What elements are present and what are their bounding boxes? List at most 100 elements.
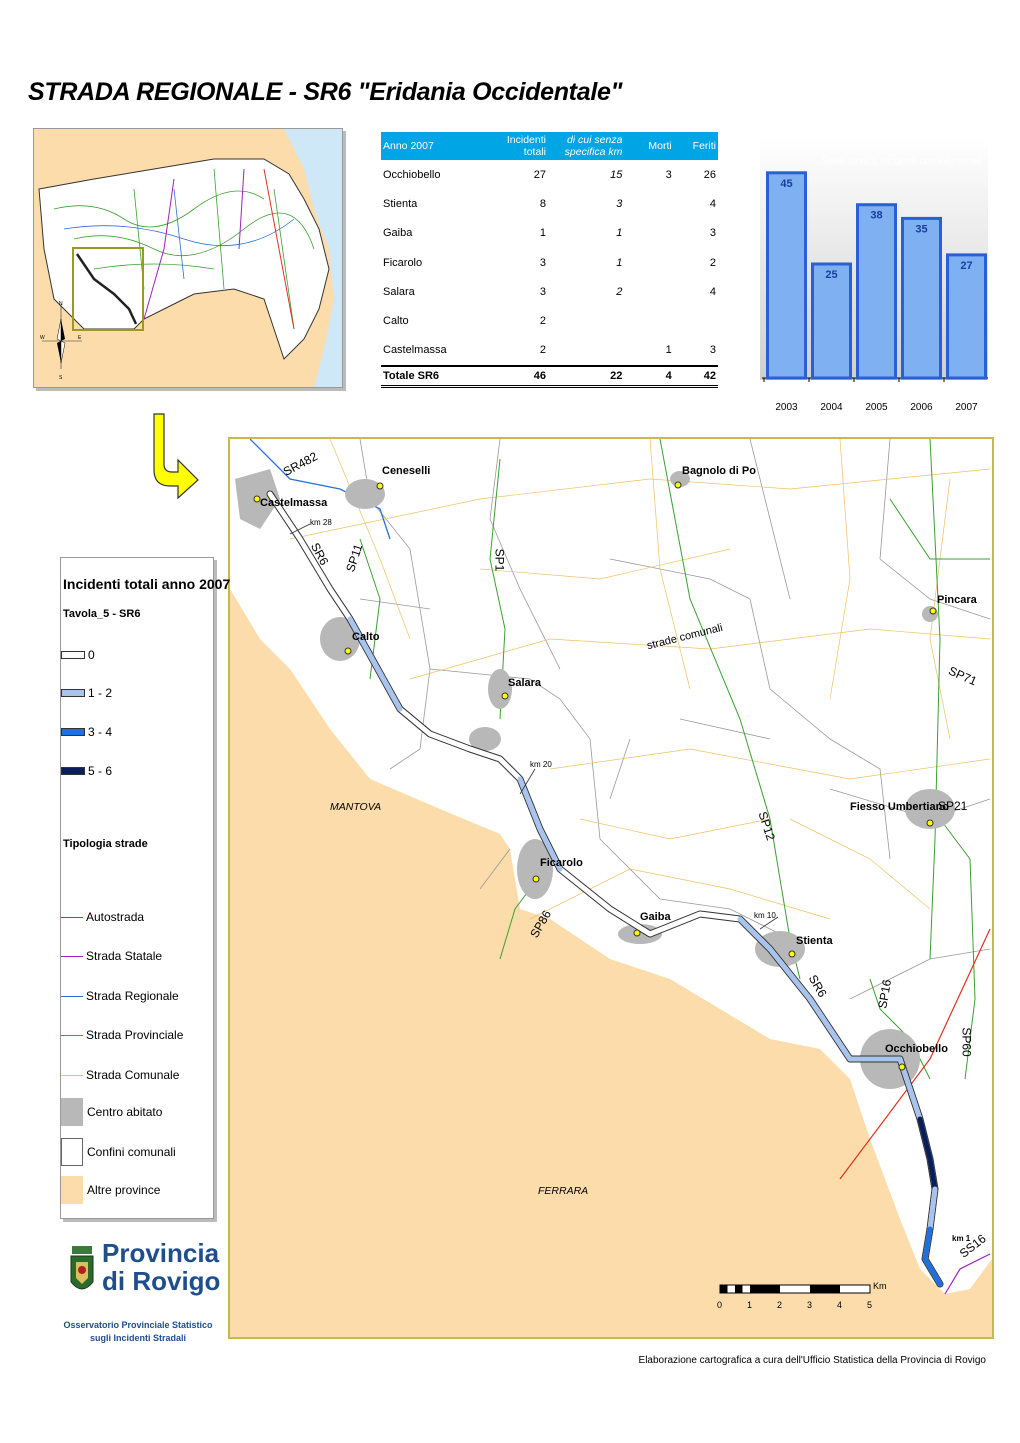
legend-area-confini-label: Confini comunali bbox=[87, 1145, 176, 1159]
legend-road-autostrada: Autostrada bbox=[61, 910, 144, 924]
legend-road-provinciale-label: Strada Provinciale bbox=[86, 1028, 184, 1042]
page-title: STRADA REGIONALE - SR6 "Eridania Occiden… bbox=[28, 78, 623, 106]
scale-tick-3: 3 bbox=[807, 1300, 813, 1310]
legend-area-confini: Confini comunali bbox=[61, 1138, 176, 1166]
legend-class-2-swatch bbox=[61, 728, 85, 736]
table-cell-senza_km: 15 bbox=[610, 168, 623, 181]
th-incidenti-2: totali bbox=[523, 146, 546, 158]
th-senza-1: di cui senza bbox=[566, 134, 623, 146]
chart-value-label: 38 bbox=[870, 210, 882, 222]
history-chart-svg: Serie storica incidenti con infortunati … bbox=[760, 138, 988, 413]
table-row: Castelmassa 2 1 3 bbox=[381, 336, 718, 366]
town-label-ceneselli: Ceneselli bbox=[382, 465, 431, 477]
town-label-stienta: Stienta bbox=[796, 935, 833, 947]
chart-category-label: 2007 bbox=[955, 402, 978, 413]
legend-class-0: 0 bbox=[61, 648, 95, 662]
table-row: Ficarolo 3 1 2 bbox=[381, 248, 718, 277]
legend-area-centro-swatch bbox=[61, 1098, 83, 1126]
chart-category-label: 2003 bbox=[775, 402, 798, 413]
legend-area-confini-swatch bbox=[61, 1138, 83, 1166]
table-cell-comune: Calto bbox=[383, 315, 409, 328]
legend-class-1-label: 1 - 2 bbox=[88, 686, 113, 700]
chart-value-label: 25 bbox=[825, 269, 837, 281]
table-row: Salara 3 2 4 bbox=[381, 277, 718, 306]
legend-area-centro-label: Centro abitato bbox=[87, 1105, 163, 1119]
table-cell-morti: 1 bbox=[665, 344, 672, 357]
table-cell-morti bbox=[624, 189, 673, 218]
legend-road-comunale-line bbox=[61, 1074, 83, 1076]
th-senza-km: di cui senza specifica km bbox=[547, 132, 625, 160]
town-label-castelmassa: Castelmassa bbox=[260, 497, 328, 509]
table-cell-senza_km: 3 bbox=[616, 197, 623, 210]
legend-layer: Tavola_5 - SR6 bbox=[63, 608, 141, 620]
chart-bar-2006 bbox=[901, 216, 942, 380]
th-senza-2: specifica km bbox=[564, 146, 623, 158]
coat-of-arms-icon bbox=[70, 1246, 94, 1290]
table-cell-incidenti: 2 bbox=[539, 344, 546, 357]
legend-tipologia-title: Tipologia strade bbox=[63, 838, 148, 850]
legend-class-1-swatch bbox=[61, 689, 85, 697]
table-cell-feriti: 4 bbox=[709, 285, 716, 298]
table-cell-feriti: 3 bbox=[709, 227, 716, 240]
legend-class-0-swatch bbox=[61, 651, 85, 659]
chart-value-label: 35 bbox=[915, 223, 927, 235]
legend-title: Incidenti totali anno 2007 bbox=[63, 576, 231, 592]
legend-class-0-label: 0 bbox=[88, 648, 95, 662]
legend-road-regionale-line bbox=[61, 995, 83, 997]
table-cell-feriti: 4 bbox=[709, 197, 716, 210]
legend-area-province-swatch bbox=[61, 1176, 83, 1204]
chart-category-label: 2004 bbox=[820, 402, 843, 413]
town-label-occhiobello: Occhiobello bbox=[885, 1043, 948, 1055]
provincia-logo: Provincia di Rovigo Osservatorio Provinc… bbox=[62, 1240, 220, 1360]
province-ferrara: FERRARA bbox=[538, 1185, 589, 1197]
table-total-incidenti: 46 bbox=[493, 365, 548, 389]
legend-class-1: 1 - 2 bbox=[61, 686, 112, 700]
legend-area-centro: Centro abitato bbox=[61, 1098, 162, 1126]
table-cell-incidenti: 27 bbox=[533, 168, 546, 181]
legend-area-province: Altre province bbox=[61, 1176, 160, 1204]
table-cell-senza_km bbox=[548, 336, 624, 366]
table-cell-morti: 3 bbox=[665, 168, 672, 181]
table-total-morti: 4 bbox=[624, 365, 674, 389]
legend-road-statale-label: Strada Statale bbox=[86, 949, 163, 963]
table-cell-senza_km: 2 bbox=[616, 285, 623, 298]
chart-category-label: 2005 bbox=[865, 402, 888, 413]
scale-tick-5: 5 bbox=[867, 1300, 873, 1310]
inset-map: N S E W bbox=[33, 128, 343, 388]
scale-unit: Km bbox=[873, 1281, 887, 1291]
th-incidenti: Incidenti totali bbox=[493, 132, 548, 160]
history-chart: Serie storica incidenti con infortunati … bbox=[760, 138, 988, 418]
table-cell-comune: Occhiobello bbox=[383, 168, 441, 181]
table-cell-feriti: 26 bbox=[703, 168, 716, 181]
chart-bar-2007 bbox=[946, 253, 987, 380]
table-cell-comune: Castelmassa bbox=[383, 344, 447, 357]
legend-class-3: 5 - 6 bbox=[61, 764, 112, 778]
th-feriti: Feriti bbox=[673, 132, 718, 160]
table-cell-incidenti: 2 bbox=[539, 315, 546, 328]
km-label-28: km 28 bbox=[310, 518, 332, 527]
logo-sub2: sugli Incidenti Stradali bbox=[89, 1333, 187, 1343]
town-label-salara: Salara bbox=[508, 677, 542, 689]
table-total-comune: Totale SR6 bbox=[381, 365, 494, 389]
chart-value-label: 27 bbox=[960, 260, 972, 272]
table-cell-comune: Salara bbox=[383, 285, 415, 298]
town-label-pincara: Pincara bbox=[937, 594, 977, 606]
table-cell-feriti: 3 bbox=[709, 344, 716, 357]
scale-tick-1: 1 bbox=[747, 1300, 753, 1310]
chart-bar-2004 bbox=[811, 262, 852, 380]
km-label-1: km 1 bbox=[952, 1234, 971, 1243]
table-row: Stienta 8 3 4 bbox=[381, 189, 718, 218]
legend-road-autostrada-line bbox=[61, 916, 83, 918]
town-label-calto: Calto bbox=[352, 631, 380, 643]
main-map-graphic bbox=[230, 438, 992, 1337]
scale-tick-4: 4 bbox=[837, 1300, 843, 1310]
scale-tick-2: 2 bbox=[777, 1300, 783, 1310]
th-morti: Morti bbox=[624, 132, 674, 160]
legend-area-province-label: Altre province bbox=[87, 1183, 161, 1197]
th-anno: Anno 2007 bbox=[381, 132, 494, 160]
table-total-feriti: 42 bbox=[673, 365, 718, 389]
incidents-table: Anno 2007 Incidenti totali di cui senza sp… bbox=[381, 132, 718, 389]
logo-line1: Provincia bbox=[102, 1238, 220, 1268]
legend-class-2: 3 - 4 bbox=[61, 725, 112, 739]
table-cell-comune: Gaiba bbox=[383, 227, 413, 240]
